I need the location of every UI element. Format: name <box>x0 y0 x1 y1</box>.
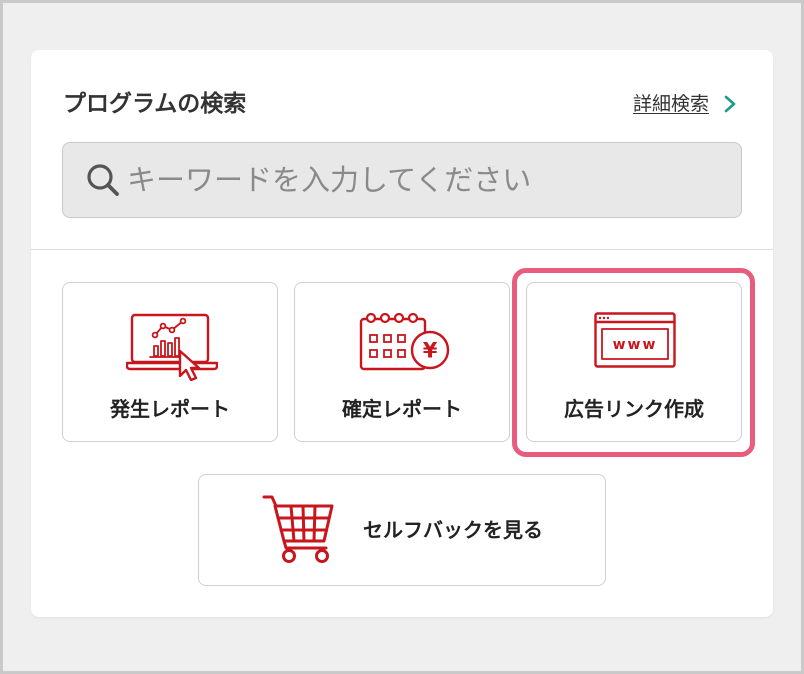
tile-self-back-label: セルフバックを見る <box>363 518 543 542</box>
section-divider <box>31 249 773 250</box>
tile-confirmed-report[interactable]: ¥ 確定レポート <box>294 282 510 442</box>
tile-self-back[interactable]: セルフバックを見る <box>198 474 606 586</box>
program-search-card: プログラムの検索 詳細検索 キーワードを入力してください 発生レポート ¥ 確定… <box>31 50 773 617</box>
search-box <box>62 142 742 218</box>
browser-www-icon: www <box>594 312 676 368</box>
chevron-right-icon <box>724 95 736 113</box>
browser-www-svg: www <box>594 312 676 368</box>
chevron-right-svg <box>724 95 736 113</box>
tile-create-ad-link-label: 広告リンク作成 <box>564 397 704 421</box>
calendar-yen-icon: ¥ <box>358 311 452 373</box>
tile-confirmed-report-label: 確定レポート <box>342 397 462 421</box>
advanced-search-label: 詳細検索 <box>632 93 709 115</box>
panel-title: プログラムの検索 <box>63 91 247 117</box>
yen-symbol: ¥ <box>423 339 438 363</box>
tile-occurrence-report-label: 発生レポート <box>110 397 230 421</box>
www-text: www <box>613 337 658 353</box>
shopping-cart-svg <box>262 495 334 563</box>
shopping-cart-icon <box>262 494 334 564</box>
advanced-search-link[interactable]: 詳細検索 <box>633 91 736 117</box>
laptop-chart-icon <box>125 313 219 382</box>
tile-occurrence-report[interactable]: 発生レポート <box>62 282 278 442</box>
calendar-yen-svg: ¥ <box>359 312 450 371</box>
tile-create-ad-link[interactable]: www 広告リンク作成 <box>526 282 742 442</box>
page-background: プログラムの検索 詳細検索 キーワードを入力してください 発生レポート ¥ 確定… <box>0 0 804 674</box>
search-input[interactable] <box>62 142 742 218</box>
laptop-chart-svg <box>125 313 219 382</box>
